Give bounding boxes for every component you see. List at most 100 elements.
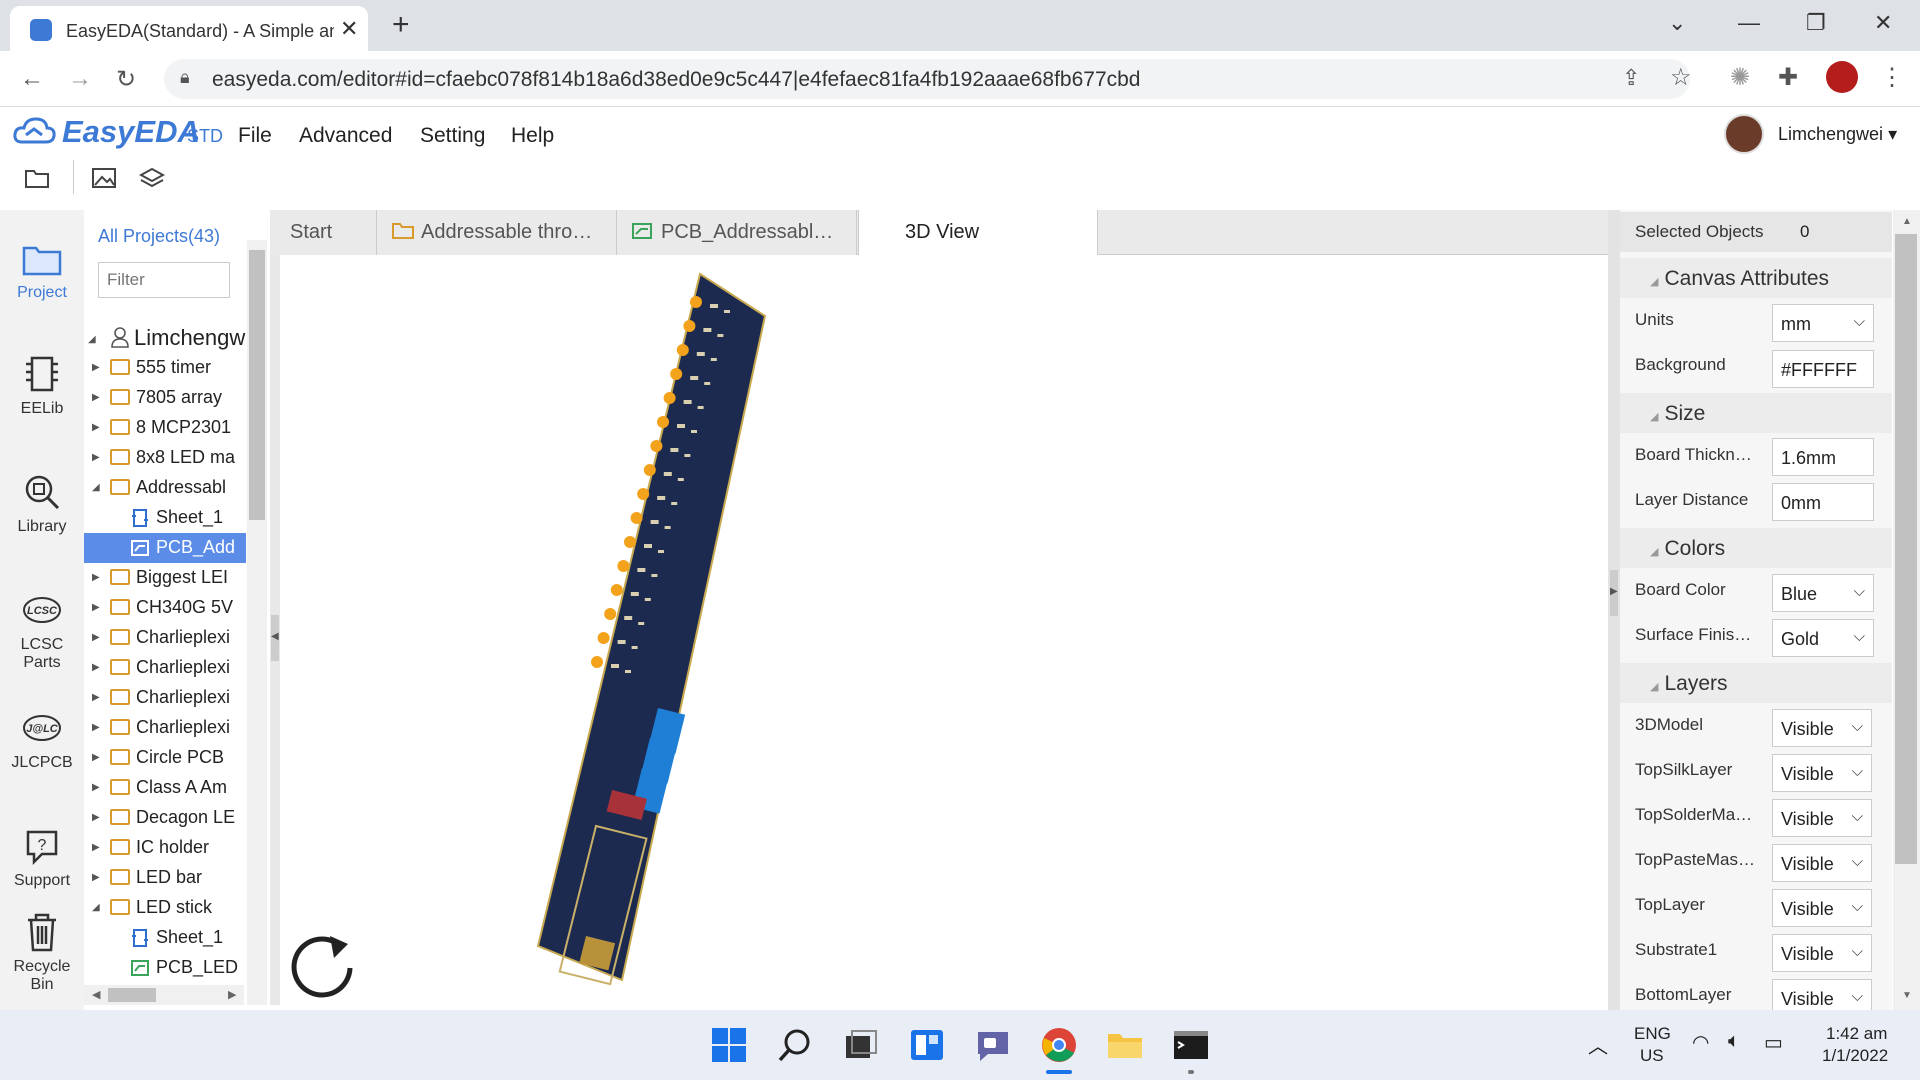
battery-icon[interactable]: ▭ <box>1764 1030 1783 1055</box>
pcb-3d-render[interactable] <box>280 256 1608 1006</box>
collapsed-toggle-icon[interactable]: ▶ <box>92 362 100 373</box>
pcb-file-row[interactable]: PCB_LED <box>84 953 246 983</box>
project-folder-row[interactable]: ▶ Charlieplexi <box>84 653 246 683</box>
properties-scroll-thumb[interactable] <box>1895 234 1917 864</box>
user-avatar[interactable] <box>1724 114 1764 154</box>
rail-eelib[interactable]: EELib <box>0 352 84 418</box>
project-folder-row[interactable]: ▶ Charlieplexi <box>84 683 246 713</box>
back-icon[interactable]: ← <box>20 65 44 93</box>
tray-chevron-icon[interactable]: ︿ <box>1588 1030 1608 1059</box>
scroll-up-icon[interactable]: ▲ <box>1902 216 1912 227</box>
task-view-icon[interactable] <box>842 1026 880 1064</box>
rail-library[interactable]: Library <box>0 470 84 536</box>
lock-icon[interactable]: 🔒︎ <box>180 67 190 88</box>
project-folder-row[interactable]: ▶ Charlieplexi <box>84 713 246 743</box>
forward-icon[interactable]: → <box>68 65 92 93</box>
extension-icon[interactable]: ✺ <box>1730 63 1750 92</box>
all-projects-link[interactable]: All Projects(43) <box>98 226 220 247</box>
collapse-right-icon[interactable]: ▶ <box>1610 570 1618 616</box>
scroll-right-icon[interactable]: ▶ <box>228 988 236 1001</box>
colors-header[interactable]: ◢ Colors <box>1620 528 1892 568</box>
app-logo[interactable]: EasyEDA <box>62 114 200 150</box>
right-splitter[interactable]: ▶ <box>1608 210 1620 1010</box>
file-explorer-icon[interactable] <box>1106 1026 1144 1064</box>
layers-header[interactable]: ◢ Layers <box>1620 663 1892 703</box>
pcb-file-row[interactable]: PCB_Add <box>84 533 246 563</box>
collapsed-toggle-icon[interactable]: ▶ <box>92 422 100 433</box>
rail-lcsc[interactable]: LCSC LCSC Parts <box>0 588 84 672</box>
profile-avatar-icon[interactable] <box>1826 61 1858 93</box>
left-splitter[interactable]: ◀ <box>270 255 280 1005</box>
volume-icon[interactable]: 🔈︎ <box>1728 1030 1740 1053</box>
browser-tab[interactable]: EasyEDA(Standard) - A Simple an ✕ <box>10 6 368 52</box>
close-tab-icon[interactable]: ✕ <box>340 16 358 42</box>
tab-start[interactable]: Start <box>270 210 377 255</box>
menu-help[interactable]: Help <box>511 124 554 148</box>
canvas-attributes-header[interactable]: ◢ Canvas Attributes <box>1620 258 1892 298</box>
chrome-menu-icon[interactable]: ⋮ <box>1880 63 1904 92</box>
menu-file[interactable]: File <box>238 124 272 148</box>
layer-distance-input[interactable]: 0mm <box>1772 483 1874 521</box>
collapsed-toggle-icon[interactable]: ▶ <box>92 572 100 583</box>
minimize-icon[interactable]: — <box>1738 10 1760 36</box>
language-indicator[interactable]: ENG <box>1634 1024 1671 1044</box>
board-thickness-input[interactable]: 1.6mm <box>1772 438 1874 476</box>
project-folder-row[interactable]: ◢ LED stick <box>84 893 246 923</box>
project-folder-row[interactable]: ▶ 555 timer <box>84 353 246 383</box>
scroll-left-icon[interactable]: ◀ <box>92 988 100 1001</box>
project-filter-input[interactable] <box>98 262 230 298</box>
layer-visibility-select[interactable]: Visible ⌵ <box>1772 934 1872 972</box>
project-folder-row[interactable]: ▶ LED bar <box>84 863 246 893</box>
terminal-icon[interactable] <box>1172 1026 1210 1064</box>
project-folder-row[interactable]: ▶ Circle PCB <box>84 743 246 773</box>
layers-icon[interactable] <box>139 166 165 190</box>
rail-project[interactable]: Project <box>0 236 84 302</box>
3d-canvas[interactable] <box>280 256 1608 1006</box>
tree-root[interactable]: ◢ Limchengw <box>84 322 246 354</box>
chrome-icon[interactable] <box>1040 1026 1078 1064</box>
project-folder-row[interactable]: ◢ Addressabl <box>84 473 246 503</box>
windows-start-icon[interactable] <box>710 1026 748 1064</box>
new-tab-icon[interactable]: + <box>392 8 410 42</box>
tree-scroll-thumb[interactable] <box>249 250 265 520</box>
collapsed-toggle-icon[interactable]: ▶ <box>92 632 100 643</box>
project-folder-row[interactable]: ▶ 8x8 LED ma <box>84 443 246 473</box>
collapsed-toggle-icon[interactable]: ▶ <box>92 392 100 403</box>
layer-visibility-select[interactable]: Visible ⌵ <box>1772 754 1872 792</box>
rail-recycle-bin[interactable]: Recycle Bin <box>0 910 84 994</box>
user-menu[interactable]: Limchengwei ▾ <box>1778 124 1897 145</box>
tab-3d-view[interactable]: 3D View <box>858 210 1098 255</box>
collapsed-toggle-icon[interactable]: ▶ <box>92 602 100 613</box>
layer-visibility-select[interactable]: Visible ⌵ <box>1772 844 1872 882</box>
tree-horizontal-scrollbar[interactable]: ◀ ▶ <box>84 985 244 1005</box>
search-icon[interactable] <box>776 1026 814 1064</box>
collapsed-toggle-icon[interactable]: ▶ <box>92 842 100 853</box>
board-color-select[interactable]: Blue ⌵ <box>1772 574 1874 612</box>
expanded-toggle-icon[interactable]: ◢ <box>92 902 100 913</box>
bookmark-star-icon[interactable]: ☆ <box>1670 63 1692 92</box>
project-folder-row[interactable]: ▶ 8 MCP2301 <box>84 413 246 443</box>
open-folder-icon[interactable] <box>24 166 50 190</box>
project-folder-row[interactable]: ▶ Biggest LEI <box>84 563 246 593</box>
tab-pcb[interactable]: PCB_Addressabl… <box>617 210 857 255</box>
rail-support[interactable]: ? Support <box>0 824 84 890</box>
collapsed-toggle-icon[interactable]: ▶ <box>92 812 100 823</box>
sheet-file-row[interactable]: Sheet_1 <box>84 923 246 953</box>
tab-search-icon[interactable]: ⌄ <box>1668 10 1686 36</box>
menu-setting[interactable]: Setting <box>420 124 485 148</box>
clock-time[interactable]: 1:42 am <box>1826 1024 1887 1044</box>
menu-advanced[interactable]: Advanced <box>299 124 392 148</box>
tab-schematic[interactable]: Addressable thro… <box>377 210 617 255</box>
tree-hscroll-thumb[interactable] <box>108 988 156 1002</box>
reset-view-icon[interactable] <box>290 930 358 1000</box>
project-folder-row[interactable]: ▶ IC holder <box>84 833 246 863</box>
surface-finish-select[interactable]: Gold ⌵ <box>1772 619 1874 657</box>
widgets-icon[interactable] <box>908 1026 946 1064</box>
collapsed-toggle-icon[interactable]: ▶ <box>92 722 100 733</box>
expanded-toggle-icon[interactable]: ◢ <box>92 482 100 493</box>
background-input[interactable]: #FFFFFF <box>1772 350 1874 388</box>
sheet-file-row[interactable]: Sheet_1 <box>84 503 246 533</box>
project-folder-row[interactable]: ▶ 7805 array <box>84 383 246 413</box>
tree-toggle-icon[interactable]: ◢ <box>88 334 96 345</box>
puzzle-icon[interactable]: ✚ <box>1778 63 1798 92</box>
